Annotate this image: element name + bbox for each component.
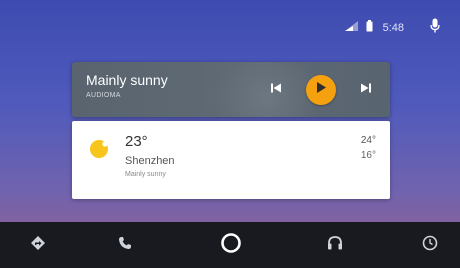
skip-previous-button[interactable] [264, 78, 288, 102]
nav-button-overview[interactable] [410, 222, 450, 268]
sun-icon [88, 138, 110, 165]
city-name: Shenzhen [125, 155, 175, 167]
weather-condition: Mainly sunny [125, 171, 166, 178]
skip-previous-icon [270, 81, 282, 99]
mic-icon[interactable] [430, 18, 440, 38]
skip-next-icon [360, 81, 372, 99]
signal-icon [344, 19, 360, 37]
nav-button-home[interactable] [211, 222, 251, 268]
phone-icon [118, 236, 132, 255]
play-button[interactable] [306, 75, 336, 105]
clock-icon [422, 235, 438, 256]
skip-next-button[interactable] [354, 78, 378, 102]
navigation-icon [30, 235, 46, 256]
nav-bar [0, 222, 460, 268]
high-temperature: 24° [360, 135, 376, 146]
weather-card[interactable]: 23° Shenzhen Mainly sunny 24° 16° [72, 121, 390, 199]
media-title: Mainly sunny [86, 72, 168, 88]
media-subtitle: AUDIOMA [86, 92, 121, 99]
home-icon [220, 232, 242, 259]
headphones-icon [327, 235, 343, 255]
nav-button-navigation[interactable] [18, 222, 58, 268]
nav-button-phone[interactable] [105, 222, 145, 268]
low-temperature: 16° [360, 150, 376, 161]
play-icon [315, 81, 327, 99]
current-temperature: 23° [125, 133, 148, 150]
status-time: 5:48 [382, 22, 404, 34]
media-card[interactable]: Mainly sunny AUDIOMA [72, 62, 390, 117]
battery-icon [366, 19, 373, 37]
nav-button-media[interactable] [315, 222, 355, 268]
android-auto-screen: 5:48 Mainly sunny AUDIOMA 23° Shenzhen M… [0, 0, 460, 268]
status-bar: 5:48 [344, 18, 440, 38]
